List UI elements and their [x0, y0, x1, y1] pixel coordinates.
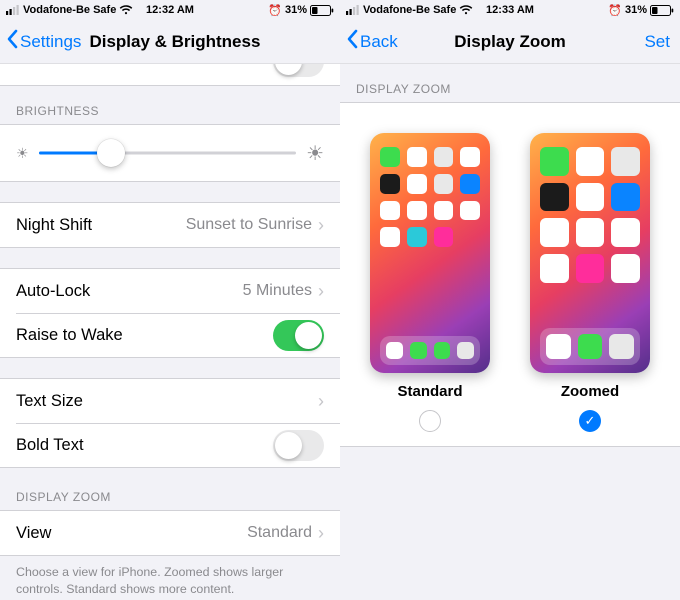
auto-lock-row[interactable]: Auto-Lock 5 Minutes ›: [0, 269, 340, 313]
app-icon: [576, 254, 605, 283]
app-icon: [407, 147, 427, 167]
app-icon: [540, 183, 569, 212]
app-icon: [380, 174, 400, 194]
bold-text-switch[interactable]: [273, 430, 324, 461]
bold-text-row: Bold Text: [0, 423, 340, 467]
dock-icon: [410, 342, 427, 359]
nav-bar: Back Display Zoom Set: [340, 20, 680, 64]
dock-icon: [457, 342, 474, 359]
app-icon: [540, 254, 569, 283]
app-icon: [407, 201, 427, 221]
sun-small-icon: ☀︎: [16, 145, 29, 162]
app-icon: [380, 227, 400, 247]
dock-icon: [546, 334, 571, 359]
app-icon: [611, 218, 640, 247]
chevron-right-icon: ›: [318, 524, 324, 542]
app-icon: [576, 147, 605, 176]
app-icon: [434, 147, 454, 167]
page-title: Display & Brightness: [89, 32, 260, 52]
app-icon: [380, 201, 400, 221]
raise-to-wake-row: Raise to Wake: [0, 313, 340, 357]
chevron-left-icon: [346, 29, 358, 54]
view-label: View: [16, 524, 51, 543]
preview-standard[interactable]: Standard: [370, 133, 490, 432]
app-icon: [576, 183, 605, 212]
app-icon: [460, 174, 480, 194]
app-icon: [434, 201, 454, 221]
chevron-left-icon: [6, 29, 18, 54]
chevron-right-icon: ›: [318, 392, 324, 410]
status-bar: Vodafone-Be Safe 12:32 AM ⏰ 31%: [0, 0, 340, 20]
raise-to-wake-label: Raise to Wake: [16, 326, 123, 345]
back-button[interactable]: Settings: [6, 29, 81, 54]
app-icon: [611, 183, 640, 212]
view-row[interactable]: View Standard ›: [0, 511, 340, 555]
view-detail: Standard: [247, 524, 312, 542]
app-icon: [611, 254, 640, 283]
app-icon: [407, 174, 427, 194]
brightness-slider[interactable]: [39, 139, 297, 167]
bold-text-label: Bold Text: [16, 436, 84, 455]
raise-to-wake-switch[interactable]: [273, 320, 324, 351]
zoom-footer: Choose a view for iPhone. Zoomed shows l…: [0, 556, 340, 597]
text-size-label: Text Size: [16, 392, 83, 411]
screen-display-zoom: Vodafone-Be Safe 12:33 AM ⏰ 31% Back Dis…: [340, 0, 680, 600]
preview-zoomed[interactable]: Zoomed ✓: [530, 133, 650, 432]
set-button[interactable]: Set: [644, 32, 670, 52]
true-tone-toggle-partial[interactable]: [0, 64, 340, 86]
chevron-right-icon: ›: [318, 282, 324, 300]
nav-bar: Settings Display & Brightness: [0, 20, 340, 64]
dock-icon: [386, 342, 403, 359]
app-icon: [434, 227, 454, 247]
app-icon: [540, 147, 569, 176]
night-shift-detail: Sunset to Sunrise: [186, 216, 312, 234]
app-icon: [540, 218, 569, 247]
app-icon: [460, 147, 480, 167]
dock-icon: [609, 334, 634, 359]
section-header-zoom: DISPLAY ZOOM: [340, 64, 680, 102]
brightness-slider-row: ☀︎ ☀︎: [0, 124, 340, 182]
clock-label: 12:32 AM: [0, 4, 340, 16]
phone-preview-zoomed: [530, 133, 650, 373]
radio-standard[interactable]: [419, 410, 441, 432]
back-label: Settings: [20, 32, 81, 52]
phone-preview-standard: [370, 133, 490, 373]
section-header-zoom: DISPLAY ZOOM: [0, 468, 340, 510]
screen-display-brightness: Vodafone-Be Safe 12:32 AM ⏰ 31% Settings…: [0, 0, 340, 600]
auto-lock-label: Auto-Lock: [16, 282, 90, 301]
text-size-row[interactable]: Text Size ›: [0, 379, 340, 423]
radio-zoomed[interactable]: ✓: [579, 410, 601, 432]
preview-standard-label: Standard: [397, 383, 462, 400]
clock-label: 12:33 AM: [340, 4, 680, 16]
app-icon: [611, 147, 640, 176]
back-button[interactable]: Back: [346, 29, 398, 54]
night-shift-row[interactable]: Night Shift Sunset to Sunrise ›: [0, 203, 340, 247]
dock-icon: [578, 334, 603, 359]
app-icon: [460, 201, 480, 221]
dock-icon: [434, 342, 451, 359]
status-bar: Vodafone-Be Safe 12:33 AM ⏰ 31%: [340, 0, 680, 20]
section-header-brightness: BRIGHTNESS: [0, 86, 340, 124]
sun-large-icon: ☀︎: [306, 141, 324, 166]
app-icon: [407, 227, 427, 247]
app-icon: [380, 147, 400, 167]
zoom-previews: Standard Zoomed ✓: [340, 102, 680, 447]
night-shift-label: Night Shift: [16, 216, 92, 235]
auto-lock-detail: 5 Minutes: [243, 282, 312, 300]
chevron-right-icon: ›: [318, 216, 324, 234]
preview-zoomed-label: Zoomed: [561, 383, 619, 400]
app-icon: [434, 174, 454, 194]
app-icon: [576, 218, 605, 247]
back-label: Back: [360, 32, 398, 52]
